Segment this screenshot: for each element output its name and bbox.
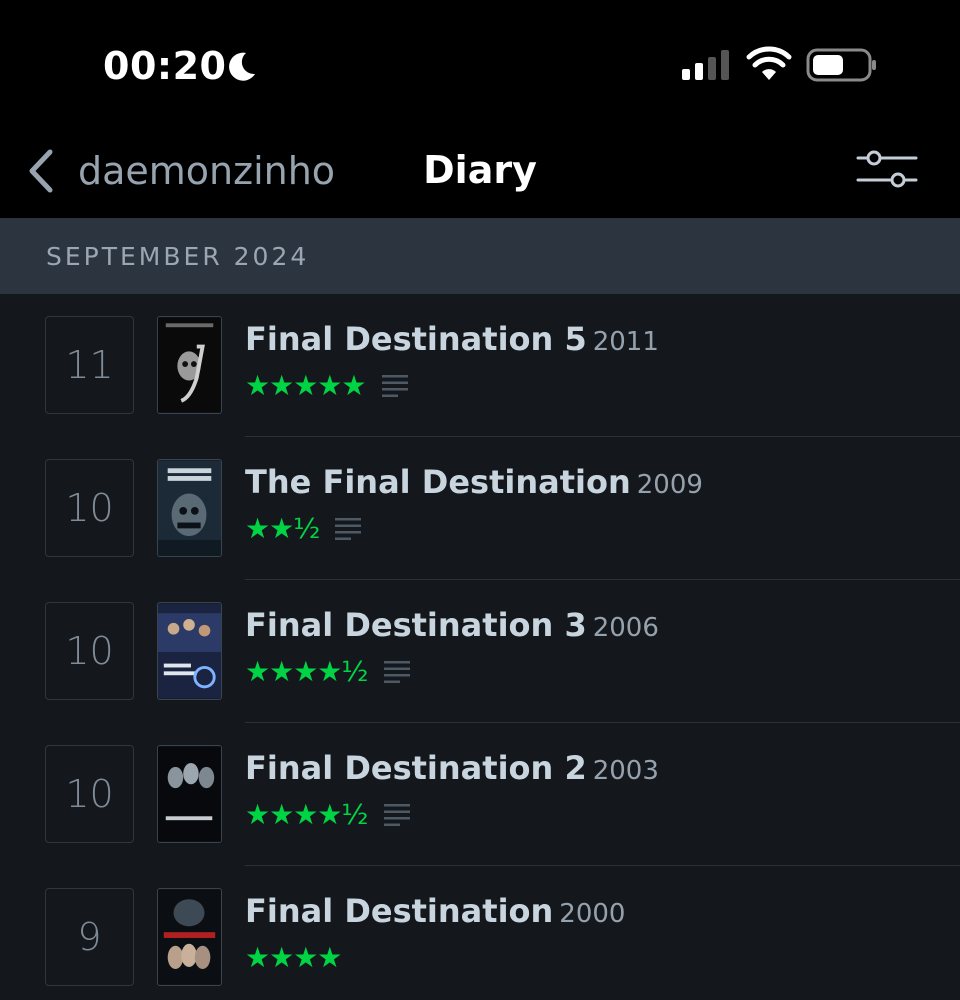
film-name: Final Destination 2	[245, 749, 587, 787]
star-rating: ★★½	[245, 512, 320, 545]
rating-row: ★★★★½	[245, 656, 410, 688]
status-bar: 00:20	[0, 0, 960, 130]
section-label: SEPTEMBER 2024	[46, 242, 310, 271]
review-text-icon	[381, 375, 408, 397]
film-year: 2009	[636, 470, 703, 500]
film-year: 2000	[559, 899, 626, 929]
review-text-icon	[383, 661, 410, 683]
film-name: Final Destination	[245, 892, 554, 930]
film-poster	[157, 459, 222, 557]
rating-row: ★★★★	[245, 941, 342, 974]
film-name: Final Destination 5	[245, 320, 587, 358]
entry-day: 11	[45, 316, 134, 414]
film-year: 2011	[592, 327, 659, 357]
rating-row: ★★★★★	[245, 370, 408, 402]
wifi-icon	[746, 46, 792, 80]
review-text-icon	[383, 804, 410, 826]
film-title: Final Destination 5 2011	[245, 320, 659, 358]
nav-bar: daemonzinho Diary	[0, 130, 960, 218]
rating-row: ★★½	[245, 512, 362, 545]
review-text-icon	[335, 518, 362, 540]
film-title: Final Destination 2000	[245, 892, 625, 930]
film-poster	[157, 602, 222, 700]
sliders-icon[interactable]	[856, 148, 918, 190]
film-name: Final Destination 3	[245, 606, 587, 644]
film-title: The Final Destination 2009	[245, 463, 703, 501]
month-section-header: SEPTEMBER 2024	[0, 218, 960, 294]
cellular-signal-icon	[682, 50, 729, 80]
star-rating: ★★★★★	[245, 369, 367, 402]
diary-entry[interactable]: 10 Final Destination 2 2003 ★★★★½	[0, 723, 960, 866]
film-poster	[157, 745, 222, 843]
entry-day: 10	[45, 602, 134, 700]
film-year: 2006	[592, 613, 659, 643]
star-rating: ★★★★½	[245, 798, 369, 831]
status-time: 00:20	[103, 44, 227, 88]
film-title: Final Destination 3 2006	[245, 606, 659, 644]
moon-icon	[229, 52, 255, 81]
diary-entry[interactable]: 10 The Final Destination 2009 ★★½	[0, 437, 960, 580]
film-name: The Final Destination	[245, 463, 631, 501]
diary-entry[interactable]: 11 Final Destination 5 2011 ★★★★★	[0, 294, 960, 437]
film-poster	[157, 888, 222, 986]
star-rating: ★★★★½	[245, 655, 369, 688]
entry-day: 10	[45, 745, 134, 843]
film-title: Final Destination 2 2003	[245, 749, 659, 787]
film-year: 2003	[592, 756, 659, 786]
film-poster	[157, 316, 222, 414]
rating-row: ★★★★½	[245, 799, 410, 831]
diary-entry[interactable]: 9 Final Destination 2000 ★★★★	[0, 866, 960, 1000]
entry-day: 10	[45, 459, 134, 557]
entry-day: 9	[45, 888, 134, 986]
page-title: Diary	[423, 148, 537, 192]
diary-entry[interactable]: 10 Final Destination 3 2006 ★★★★½	[0, 580, 960, 723]
battery-icon	[806, 48, 876, 82]
star-rating: ★★★★	[245, 941, 342, 974]
